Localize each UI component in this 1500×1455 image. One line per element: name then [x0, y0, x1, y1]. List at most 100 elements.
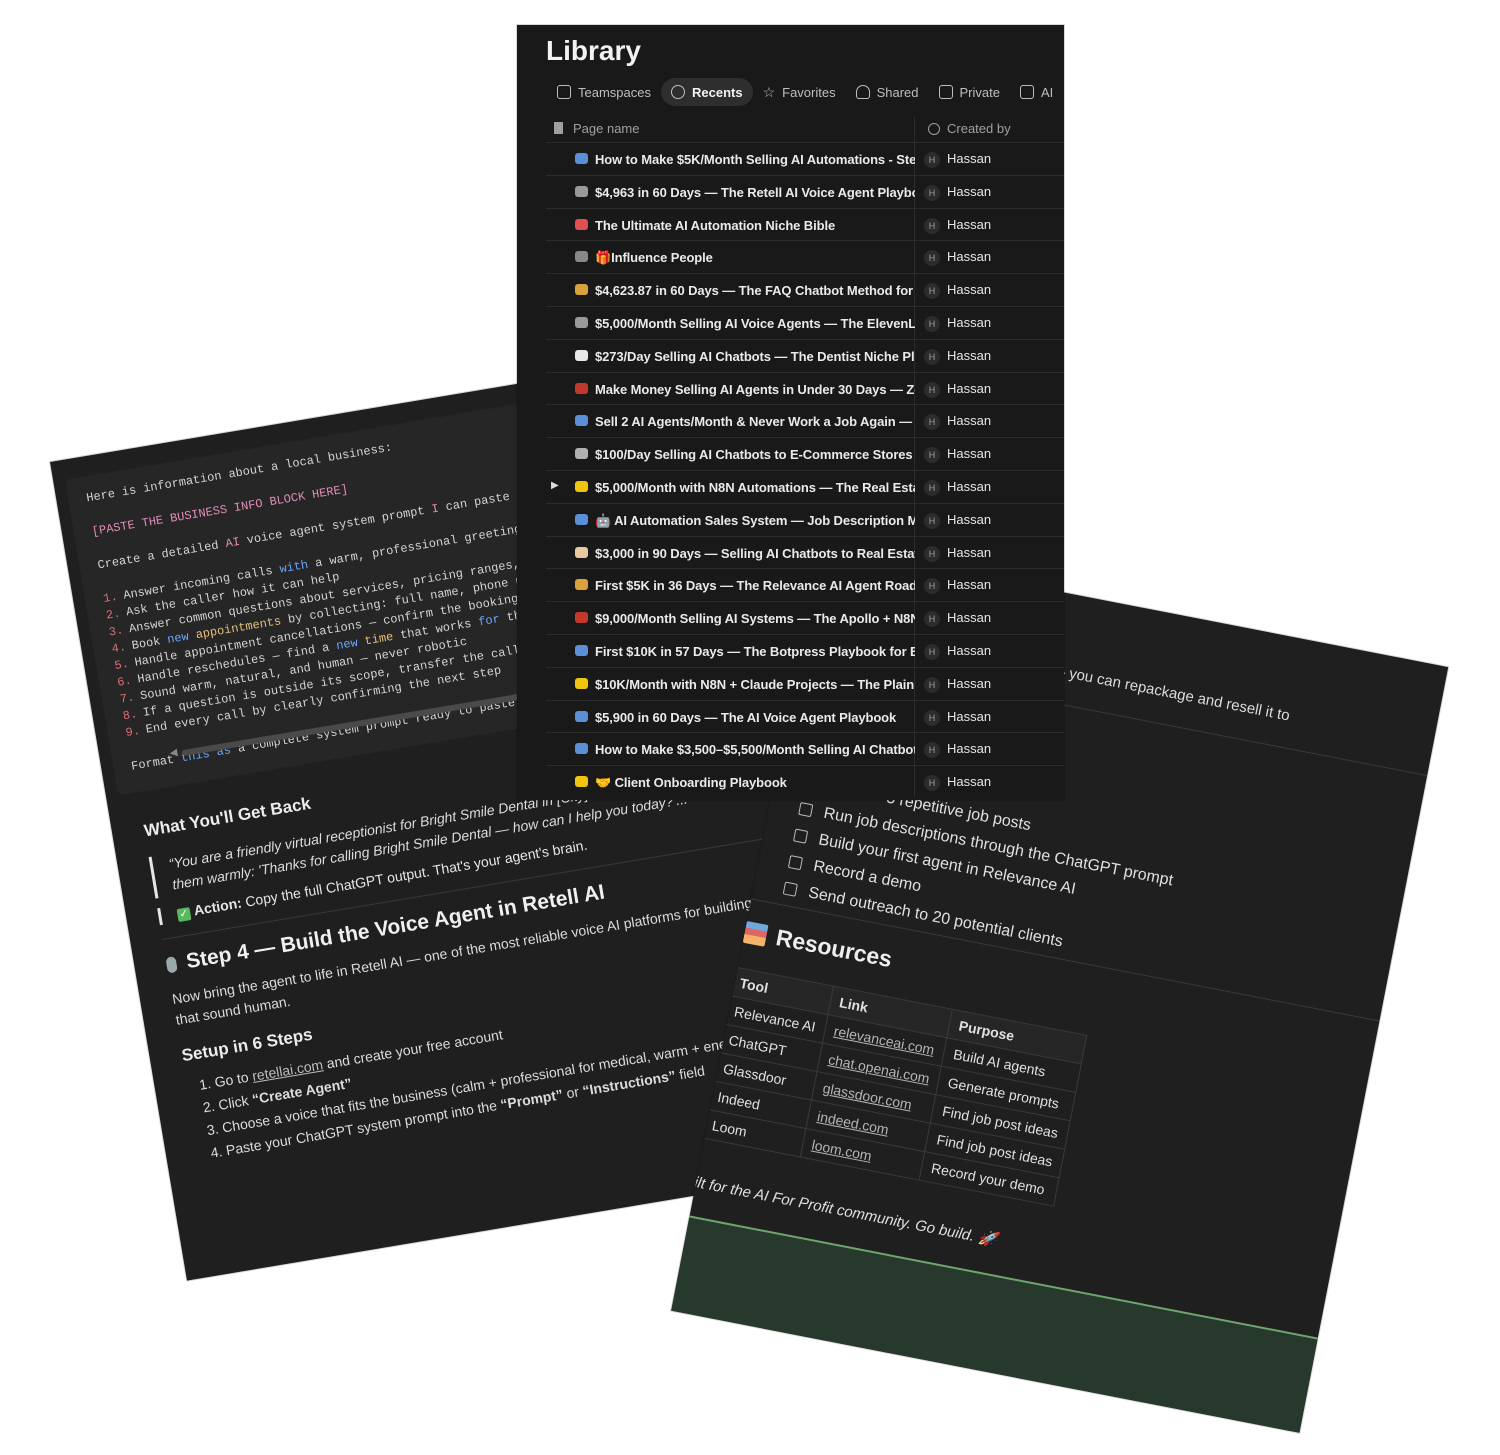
- line-number: 7.: [119, 690, 136, 707]
- page-name[interactable]: $9,000/Month Selling AI Systems — The Ap…: [595, 611, 915, 626]
- tab-label: Favorites: [782, 84, 836, 100]
- page-name[interactable]: The Ultimate AI Automation Niche Bible: [595, 218, 915, 233]
- page-row[interactable]: First $5K in 36 Days — The Relevance AI …: [546, 568, 1064, 601]
- page-name[interactable]: $100/Day Selling AI Chatbots to E-Commer…: [595, 447, 915, 462]
- checkbox-icon[interactable]: [782, 881, 798, 897]
- page-row[interactable]: 🤖 AI Automation Sales System — Job Descr…: [546, 502, 1064, 536]
- document-icon: [554, 122, 563, 134]
- page-emoji-icon: [575, 546, 588, 558]
- page-emoji-icon: [575, 579, 588, 591]
- page-name[interactable]: How to Make $3,500–$5,500/Month Selling …: [595, 742, 915, 757]
- page-row[interactable]: How to Make $5K/Month Selling AI Automat…: [546, 142, 1064, 175]
- page-name[interactable]: 🤝 Client Onboarding Playbook: [595, 775, 915, 791]
- page-row[interactable]: 🎁Influence People H Hassan: [546, 240, 1064, 273]
- page-emoji-icon: [575, 349, 588, 361]
- people-icon: [855, 85, 870, 99]
- checkbox-icon[interactable]: [787, 855, 804, 871]
- tab-recents[interactable]: Recents: [660, 78, 753, 106]
- line-number: 4.: [110, 640, 128, 657]
- created-by-cell: H Hassan: [924, 446, 991, 464]
- line-number: 5.: [113, 656, 130, 674]
- page-row[interactable]: $5,000/Month Selling AI Voice Agents — T…: [546, 305, 1064, 339]
- creator-name: Hassan: [947, 183, 992, 199]
- page-name[interactable]: How to Make $5K/Month Selling AI Automat…: [595, 152, 915, 167]
- page-name[interactable]: $273/Day Selling AI Chatbots — The Denti…: [595, 349, 915, 364]
- avatar: H: [924, 217, 940, 234]
- tab-private[interactable]: Private: [929, 78, 1010, 106]
- avatar: H: [924, 742, 940, 759]
- creator-name: Hassan: [947, 347, 992, 363]
- page-name[interactable]: Make Money Selling AI Agents in Under 30…: [595, 382, 915, 397]
- line-number: 2.: [105, 606, 122, 623]
- page-row[interactable]: Sell 2 AI Agents/Month & Never Work a Jo…: [546, 404, 1064, 437]
- page-name[interactable]: $10K/Month with N8N + Claude Projects — …: [595, 677, 915, 692]
- step-text: Click: [217, 1091, 254, 1113]
- page-row[interactable]: $4,963 in 60 Days — The Retell AI Voice …: [546, 174, 1064, 208]
- page-name[interactable]: First $5K in 36 Days — The Relevance AI …: [595, 578, 915, 593]
- books-icon: [742, 920, 769, 947]
- page-emoji-icon: [575, 710, 588, 722]
- page-row[interactable]: How to Make $3,500–$5,500/Month Selling …: [546, 732, 1064, 765]
- avatar: H: [924, 775, 940, 792]
- created-by-cell: H Hassan: [924, 479, 991, 496]
- page-name[interactable]: $4,963 in 60 Days — The Retell AI Voice …: [595, 185, 915, 200]
- created-by-cell: H Hassan: [924, 381, 991, 398]
- created-by-cell: H Hassan: [924, 774, 991, 792]
- creator-name: Hassan: [947, 741, 992, 757]
- library-window: Library Teamspaces Recents ☆ Favorites Share…: [517, 25, 1064, 800]
- page-name[interactable]: 🎁Influence People: [595, 250, 915, 266]
- page-row[interactable]: $10K/Month with N8N + Claude Projects — …: [546, 666, 1064, 700]
- page-name[interactable]: $3,000 in 90 Days — Selling AI Chatbots …: [595, 546, 915, 561]
- tab-ai[interactable]: AI: [1010, 78, 1063, 106]
- page-row[interactable]: The Ultimate AI Automation Niche Bible H H…: [546, 207, 1064, 241]
- page-title: Library: [546, 35, 641, 66]
- expand-toggle-icon[interactable]: ▶: [551, 480, 559, 491]
- tab-shared[interactable]: Shared: [846, 78, 929, 106]
- scroll-left-arrow[interactable]: ◀: [169, 747, 178, 759]
- page-name[interactable]: Sell 2 AI Agents/Month & Never Work a Jo…: [595, 414, 915, 429]
- page-row[interactable]: $9,000/Month Selling AI Systems — The Ap…: [546, 601, 1064, 634]
- page-emoji-icon: [575, 448, 588, 460]
- creator-name: Hassan: [947, 282, 992, 298]
- page-row[interactable]: $100/Day Selling AI Chatbots to E-Commer…: [546, 437, 1064, 470]
- creator-name: Hassan: [947, 610, 992, 626]
- table-header: Page name Created by: [554, 117, 1064, 141]
- checkbox-icon[interactable]: [798, 802, 814, 818]
- creator-name: Hassan: [947, 544, 992, 560]
- checkbox-icon[interactable]: [792, 828, 809, 844]
- tab-label: Recents: [691, 84, 743, 100]
- page-name[interactable]: $4,623.87 in 60 Days — The FAQ Chatbot M…: [595, 283, 915, 298]
- tab-teamspaces[interactable]: Teamspaces: [547, 78, 661, 106]
- page-name[interactable]: $5,900 in 60 Days — The AI Voice Agent P…: [595, 710, 915, 725]
- created-by-cell: H Hassan: [924, 184, 991, 201]
- page-row[interactable]: Make Money Selling AI Agents in Under 30…: [546, 371, 1064, 405]
- creator-name: Hassan: [947, 151, 992, 166]
- page-row[interactable]: 🤝 Client Onboarding Playbook H Hassan: [546, 765, 1064, 798]
- page-row[interactable]: ▶ $5,000/Month with N8N Automations — The…: [546, 469, 1064, 503]
- page-name[interactable]: $5,000/Month with N8N Automations — The …: [595, 480, 915, 495]
- page-row[interactable]: $3,000 in 90 Days — Selling AI Chatbots …: [546, 535, 1064, 569]
- column-page-name[interactable]: Page name: [554, 121, 640, 136]
- page-name[interactable]: First $10K in 57 Days — The Botpress Pla…: [595, 644, 915, 659]
- created-by-cell: H Hassan: [924, 577, 991, 595]
- column-created-by[interactable]: Created by: [928, 121, 1011, 136]
- creator-name: Hassan: [947, 380, 992, 396]
- page-row[interactable]: First $10K in 57 Days — The Botpress Pla…: [546, 633, 1064, 667]
- page-name[interactable]: 🤖 AI Automation Sales System — Job Descr…: [595, 513, 915, 529]
- creator-name: Hassan: [947, 413, 992, 429]
- microphone-icon: [165, 956, 178, 974]
- creator-name: Hassan: [947, 675, 992, 691]
- page-name[interactable]: $5,000/Month Selling AI Voice Agents — T…: [595, 316, 915, 331]
- page-emoji-icon: [575, 382, 588, 394]
- created-by-cell: H Hassan: [924, 610, 992, 628]
- page-row[interactable]: $273/Day Selling AI Chatbots — The Denti…: [546, 338, 1064, 372]
- tab-favorites[interactable]: ☆ Favorites: [753, 78, 846, 106]
- check-mark-icon: ✓: [176, 907, 192, 923]
- line-number: 9.: [124, 723, 142, 741]
- creator-name: Hassan: [947, 642, 992, 658]
- star-icon: ☆: [762, 84, 776, 100]
- page-row[interactable]: $4,623.87 in 60 Days — The FAQ Chatbot M…: [546, 273, 1064, 306]
- created-by-cell: H Hassan: [924, 709, 991, 726]
- page-row[interactable]: $5,900 in 60 Days — The AI Voice Agent P…: [546, 699, 1064, 733]
- tab-label: Shared: [876, 84, 919, 100]
